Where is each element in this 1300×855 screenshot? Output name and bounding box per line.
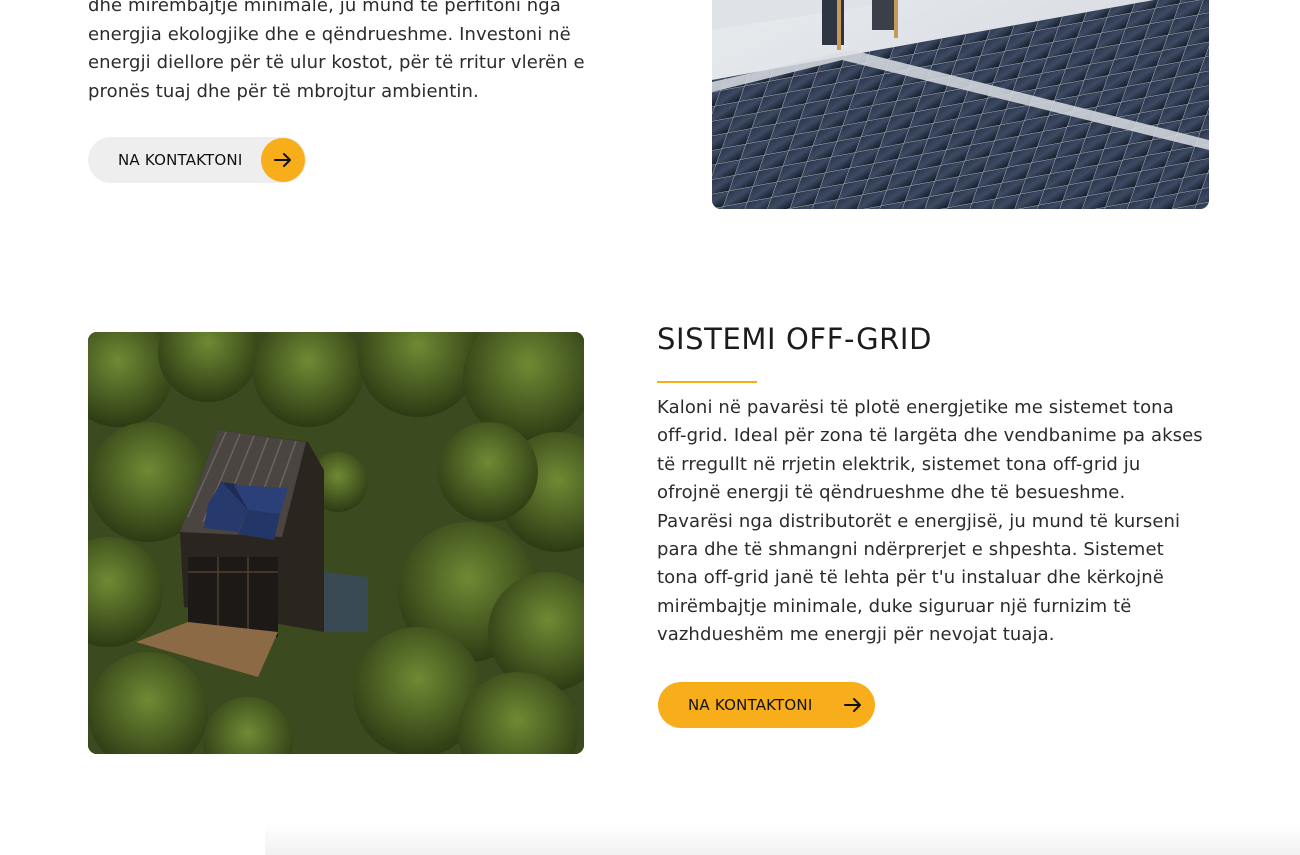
offgrid-contact-button-label: NA KONTAKTONI	[688, 696, 813, 714]
arrow-right-icon	[274, 153, 291, 167]
solar-panels-photo	[712, 0, 1209, 209]
offgrid-paragraph: Kaloni në pavarësi të plotë energjetike …	[657, 397, 1203, 646]
intro-paragraph: dhe mirëmbajtje minimale, ju mund të për…	[88, 0, 585, 102]
offgrid-contact-button[interactable]: NA KONTAKTONI	[658, 682, 875, 728]
arrow-circle	[261, 138, 305, 182]
offgrid-title: SISTEMI OFF-GRID	[657, 322, 933, 356]
next-section-band	[265, 823, 1300, 855]
contact-button[interactable]: NA KONTAKTONI	[88, 137, 306, 183]
contact-button-label: NA KONTAKTONI	[118, 151, 243, 169]
offgrid-cabin-photo	[88, 332, 584, 754]
arrow-right-icon	[841, 693, 865, 717]
title-underline	[657, 381, 757, 383]
